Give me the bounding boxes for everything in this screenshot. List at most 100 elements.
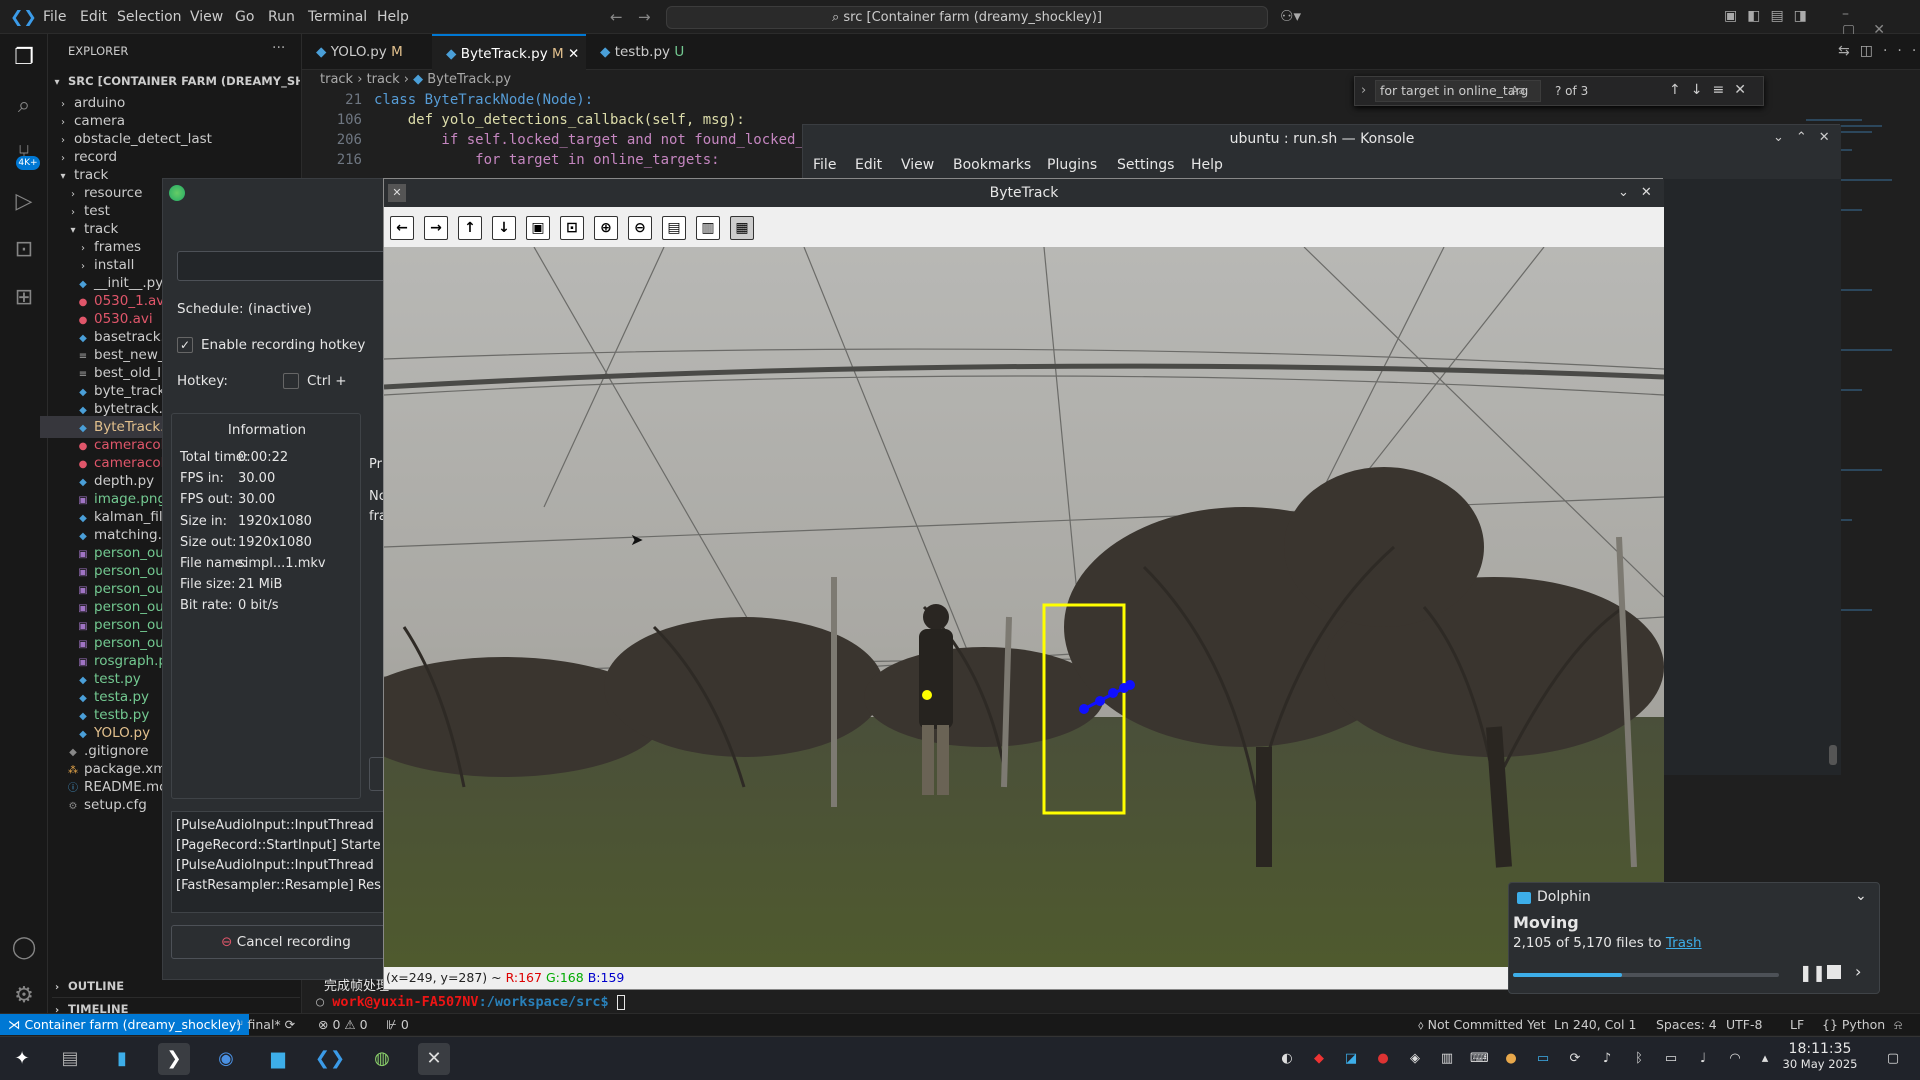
copilot-icon[interactable]: ⚇▾ xyxy=(1280,7,1301,25)
notification-collapse-icon[interactable]: ⌄ xyxy=(1855,888,1867,904)
find-case-toggle[interactable]: Aa xyxy=(1511,84,1525,97)
explorer-more-icon[interactable]: ··· xyxy=(272,40,285,56)
konsole-menu-bookmarks[interactable]: Bookmarks xyxy=(953,157,1031,173)
layout-icons[interactable]: ▣◧▤◨ xyxy=(1724,8,1817,24)
enable-hotkey-checkbox[interactable]: ✓ xyxy=(177,337,193,353)
line-ending[interactable]: LF xyxy=(1790,1014,1804,1035)
konsole-menu-help[interactable]: Help xyxy=(1191,157,1223,173)
indentation[interactable]: Spaces: 4 xyxy=(1656,1014,1717,1035)
discover-icon[interactable]: ▮ xyxy=(106,1043,138,1075)
breadcrumb-item[interactable]: ByteTrack.py xyxy=(427,72,511,87)
display-icon[interactable]: ▭ xyxy=(1534,1050,1552,1068)
konsole-menu-settings[interactable]: Settings xyxy=(1117,157,1174,173)
stop-job-icon[interactable] xyxy=(1827,965,1841,979)
copy-clipboard-icon[interactable]: ▥ xyxy=(696,216,720,240)
menu-go[interactable]: Go xyxy=(235,0,254,34)
tray-app3-icon[interactable]: ◪ xyxy=(1342,1050,1360,1068)
pan-up-icon[interactable]: ↑ xyxy=(458,216,482,240)
tab-yolo[interactable]: ◆ YOLO.py M xyxy=(302,34,432,70)
pan-right-icon[interactable]: → xyxy=(424,216,448,240)
menu-run[interactable]: Run xyxy=(268,0,295,34)
find-nav-icons[interactable]: ↑↓≡✕ xyxy=(1669,82,1756,98)
workspace-root[interactable]: ▾SRC [CONTAINER FARM (DREAMY_SHOCK... xyxy=(52,70,300,92)
properties-icon[interactable]: ▦ xyxy=(730,216,754,240)
ctrl-checkbox[interactable] xyxy=(283,373,299,389)
konsole-scrollbar[interactable] xyxy=(1829,745,1837,765)
extensions-icon[interactable]: ⊞ xyxy=(10,284,38,312)
breadcrumb-item[interactable]: track xyxy=(367,72,400,87)
tray-app4-icon[interactable]: ● xyxy=(1374,1050,1392,1068)
find-expand-icon[interactable]: › xyxy=(1361,83,1366,98)
job-details-icon[interactable]: › xyxy=(1855,962,1861,981)
search-activity-icon[interactable]: ⌕ xyxy=(10,92,38,120)
tab-testb[interactable]: ◆ testb.py U xyxy=(586,34,706,70)
cursor-position[interactable]: Ln 240, Col 1 xyxy=(1554,1014,1636,1035)
nav-back-icon[interactable]: ← xyxy=(610,8,623,26)
volume-icon[interactable]: ♪ xyxy=(1598,1050,1616,1068)
microphone-icon[interactable]: ♩ xyxy=(1694,1050,1712,1068)
cancel-recording-button[interactable]: ⊖ Cancel recording xyxy=(171,925,401,959)
trash-link[interactable]: Trash xyxy=(1666,935,1702,951)
konsole-menu-edit[interactable]: Edit xyxy=(855,157,882,173)
problems-indicator[interactable]: ⊗ 0 ⚠ 0 xyxy=(318,1014,368,1035)
konsole-window-controls[interactable]: ⌄⌃✕ xyxy=(1773,130,1842,145)
konsole-menu-view[interactable]: View xyxy=(901,157,934,173)
pause-job-icon[interactable]: ❚❚ xyxy=(1799,963,1826,982)
editor-actions[interactable]: ⇆◫··· xyxy=(1838,43,1920,59)
blame-status[interactable]: ⬨ Not Committed Yet xyxy=(1418,1014,1546,1035)
menu-help[interactable]: Help xyxy=(377,0,409,34)
nav-forward-icon[interactable]: → xyxy=(638,8,651,26)
recorder-task-icon[interactable]: ◍ xyxy=(366,1043,398,1075)
vscode-task-icon[interactable]: ❮❯ xyxy=(314,1043,346,1075)
language-mode[interactable]: {} Python xyxy=(1822,1014,1885,1035)
zoom-original-icon[interactable]: ⊡ xyxy=(560,216,584,240)
wifi-icon[interactable]: ◠ xyxy=(1726,1050,1744,1068)
command-center-search[interactable]: ⌕ src [Container farm (dreamy_shockley)] xyxy=(666,6,1268,29)
tab-close-icon[interactable]: ✕ xyxy=(568,46,579,62)
recorder-input-field[interactable] xyxy=(177,251,397,281)
bytetrack-window-controls[interactable]: ⌄✕ xyxy=(1618,179,1664,207)
keyboard-icon[interactable]: ⌨ xyxy=(1470,1050,1489,1068)
save-image-icon[interactable]: ▤ xyxy=(662,216,686,240)
breadcrumb-item[interactable]: track xyxy=(320,72,353,87)
menu-edit[interactable]: Edit xyxy=(80,0,107,34)
tray-expand-icon[interactable]: ▴ xyxy=(1756,1050,1774,1068)
show-desktop-icon[interactable]: ▢ xyxy=(1884,1050,1902,1068)
pan-left-icon[interactable]: ← xyxy=(390,216,414,240)
zoom-out-icon[interactable]: ⊖ xyxy=(628,216,652,240)
pager-icon[interactable]: ▤ xyxy=(54,1043,86,1075)
git-branch[interactable]: ⑂ final* ⟳ xyxy=(236,1014,295,1035)
battery-icon[interactable]: ▭ xyxy=(1662,1050,1680,1068)
account-icon[interactable]: ◯ xyxy=(10,934,38,962)
tray-app1-icon[interactable]: ◐ xyxy=(1278,1050,1296,1068)
tray-app5-icon[interactable]: ◈ xyxy=(1406,1050,1424,1068)
menu-file[interactable]: File xyxy=(43,0,66,34)
x-window-task-icon[interactable]: ✕ xyxy=(418,1043,450,1075)
zoom-fit-icon[interactable]: ▣ xyxy=(526,216,550,240)
konsole-menu-plugins[interactable]: Plugins xyxy=(1047,157,1097,173)
dolphin-task-icon[interactable]: ▆ xyxy=(262,1043,294,1075)
explorer-icon[interactable]: ❐ xyxy=(10,44,38,72)
pan-down-icon[interactable]: ↓ xyxy=(492,216,516,240)
tray-app2-icon[interactable]: ◆ xyxy=(1310,1050,1328,1068)
tray-app6-icon[interactable]: ● xyxy=(1502,1050,1520,1068)
ports-indicator[interactable]: ⊮ 0 xyxy=(386,1014,409,1035)
konsole-task-icon[interactable]: ❯ xyxy=(158,1043,190,1075)
camera-frame[interactable] xyxy=(344,246,1665,967)
notifications-bell-icon[interactable]: ⍾ xyxy=(1894,1014,1902,1035)
clipboard-icon[interactable]: ▥ xyxy=(1438,1050,1456,1068)
updates-icon[interactable]: ⟳ xyxy=(1566,1050,1584,1068)
app-launcher-icon[interactable]: ✦ xyxy=(6,1043,38,1075)
menu-selection[interactable]: Selection xyxy=(117,0,182,34)
bluetooth-icon[interactable]: ᛒ xyxy=(1630,1050,1648,1068)
run-debug-icon[interactable]: ▷ xyxy=(10,188,38,216)
menu-terminal[interactable]: Terminal xyxy=(308,0,367,34)
konsole-menu-file[interactable]: File xyxy=(813,157,836,173)
menu-view[interactable]: View xyxy=(190,0,223,34)
zoom-in-icon[interactable]: ⊕ xyxy=(594,216,618,240)
clock[interactable]: 18:11:35 30 May 2025 xyxy=(1780,1041,1860,1071)
terminal-prompt[interactable]: ○ work@yuxin-FA507NV:/workspace/src$ xyxy=(316,994,625,1010)
settings-gear-icon[interactable]: ⚙ xyxy=(10,982,38,1010)
chrome-task-icon[interactable]: ◉ xyxy=(210,1043,242,1075)
remote-explorer-icon[interactable]: ⊡ xyxy=(10,236,38,264)
